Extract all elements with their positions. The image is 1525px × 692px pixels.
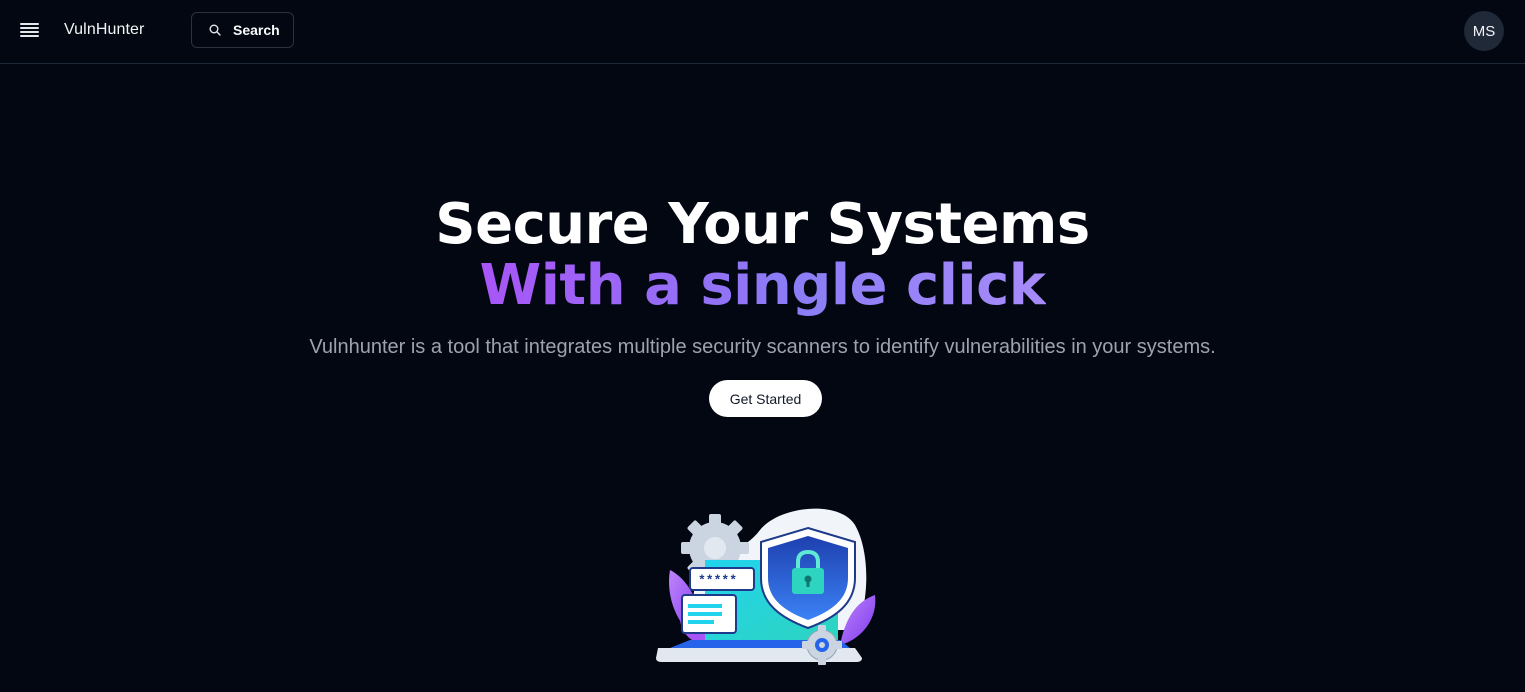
search-button[interactable]: Search [191,12,294,48]
hero-subtitle-text: With a single click [479,253,1046,318]
search-label: Search [233,22,280,38]
menu-icon[interactable] [18,20,42,42]
get-started-button[interactable]: Get Started [709,380,822,417]
brand-name[interactable]: VulnHunter [64,21,144,39]
password-mask: ***** [698,573,737,588]
top-navigation-bar: VulnHunter Search MS [0,0,1525,64]
hero-title: Secure Your Systems [435,192,1090,257]
security-illustration: ***** [656,508,876,665]
hero-subtitle: With a single click [0,252,1525,320]
avatar[interactable]: MS [1464,11,1504,51]
hero-description: Vulnhunter is a tool that integrates mul… [309,336,1216,358]
search-icon [209,24,221,36]
